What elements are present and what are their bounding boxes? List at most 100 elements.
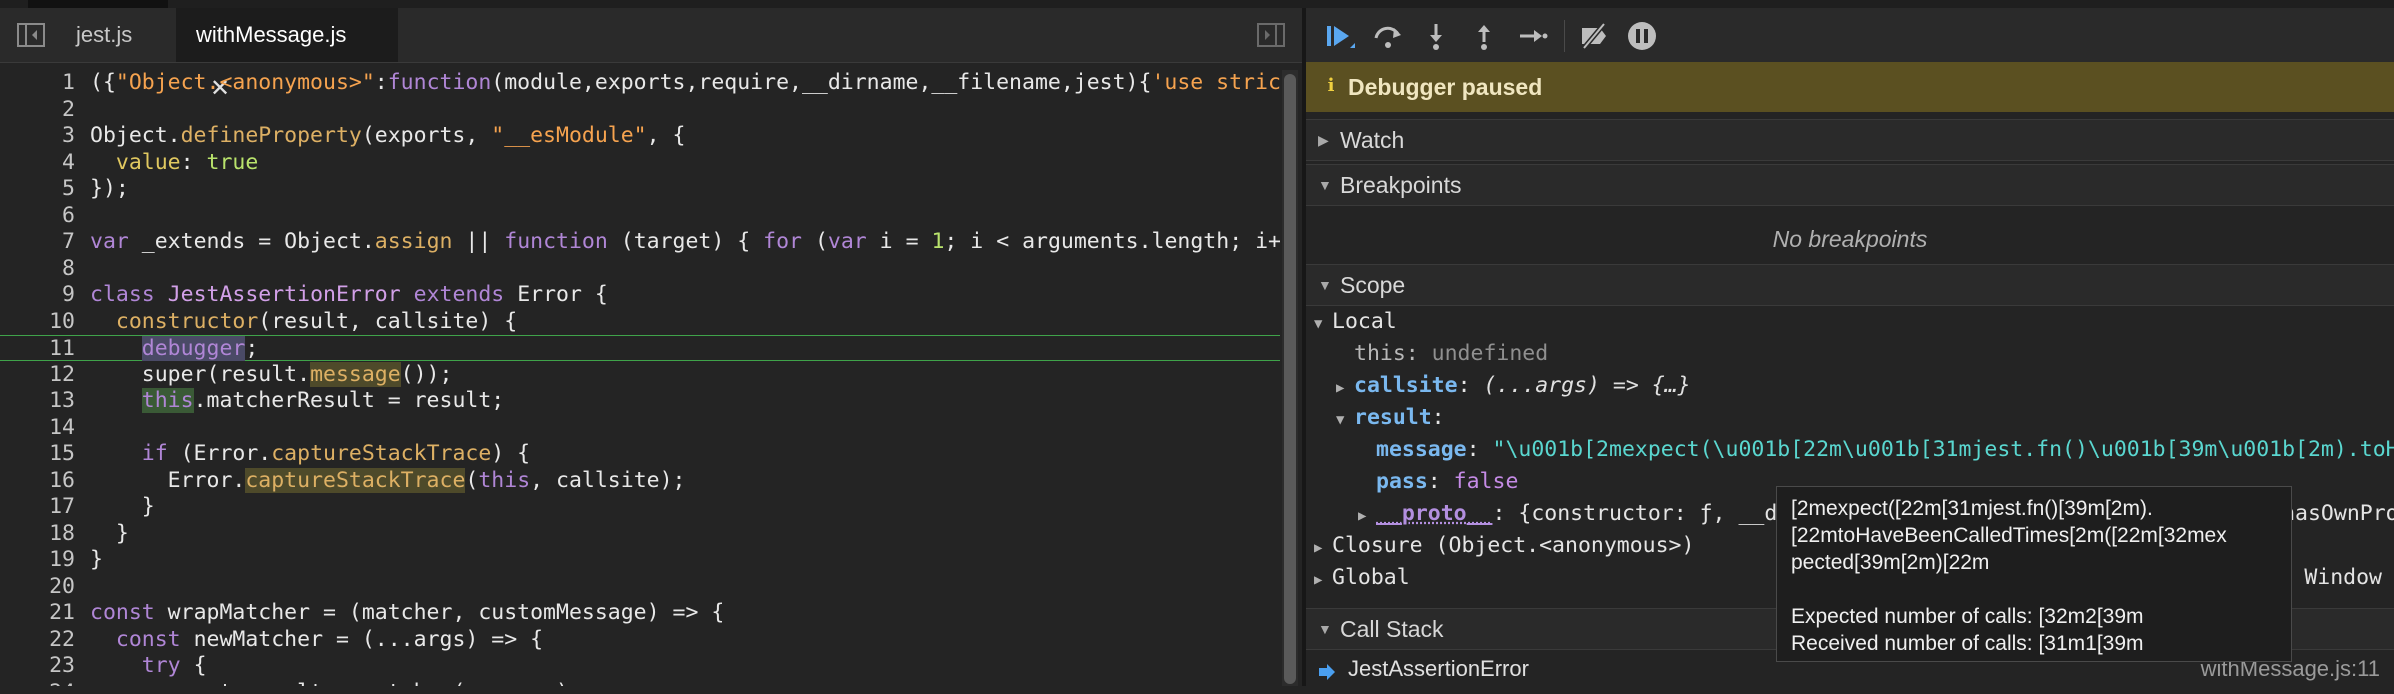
- code-line[interactable]: 22 const newMatcher = (...args) => {: [0, 627, 1280, 653]
- line-content: var _extends = Object.assign || function…: [90, 229, 1280, 255]
- tooltip-line: Received number of calls: [31m1[39m: [1791, 630, 2277, 657]
- line-content: if (Error.captureStackTrace) {: [90, 441, 1280, 467]
- tab-jest-js[interactable]: jest.js: [56, 8, 152, 62]
- line-number[interactable]: 20: [0, 574, 75, 600]
- top-strip-highlight: [28, 0, 168, 8]
- tab-withmessage-js[interactable]: withMessage.js✕: [176, 8, 398, 62]
- code-line[interactable]: 19}: [0, 547, 1280, 573]
- code-line[interactable]: 12 super(result.message());: [0, 362, 1280, 388]
- toggle-sidebar-icon[interactable]: [16, 20, 46, 50]
- code-line[interactable]: 24 const result = matcher(...args);: [0, 680, 1280, 687]
- prop-key: pass: [1376, 469, 1428, 494]
- code-line[interactable]: 13 this.matcherResult = result;: [0, 388, 1280, 414]
- breakpoints-section-header[interactable]: ▼ Breakpoints: [1306, 164, 2394, 206]
- value-preview-tooltip: [2mexpect([22m[31mjest.fn()[39m[2m). [22…: [1776, 486, 2292, 662]
- watch-section-header[interactable]: ▶ Watch: [1306, 119, 2394, 161]
- scope-this[interactable]: this: undefined: [1354, 338, 2394, 370]
- line-number[interactable]: 22: [0, 627, 75, 653]
- line-number[interactable]: 24: [0, 680, 75, 687]
- scope-section-header[interactable]: ▼ Scope: [1306, 264, 2394, 306]
- section-label: Call Stack: [1340, 609, 1444, 649]
- code-line[interactable]: 14: [0, 415, 1280, 441]
- code-line[interactable]: 7 var _extends = Object.assign || functio…: [0, 229, 1280, 255]
- collapsed-arrow-icon: ▶: [1336, 372, 1354, 402]
- tooltip-line: [2mexpect([22m[31mjest.fn()[39m[2m).: [1791, 495, 2277, 522]
- code-line[interactable]: 2: [0, 97, 1280, 123]
- deactivate-breakpoints-icon[interactable]: [1576, 18, 1612, 54]
- scope-closure-label: Closure (Object.<anonymous>): [1332, 533, 1694, 558]
- line-number[interactable]: 21: [0, 600, 75, 626]
- collapsed-arrow-icon: ▶: [1318, 120, 1329, 160]
- line-number[interactable]: 17: [0, 494, 75, 520]
- code-line[interactable]: 21const wrapMatcher = (matcher, customMe…: [0, 600, 1280, 626]
- code-line[interactable]: 6: [0, 203, 1280, 229]
- code-view[interactable]: 1({"Object.<anonymous>":function(module,…: [0, 70, 1280, 686]
- line-number[interactable]: 10: [0, 309, 75, 335]
- prop-value: "\u001b[2mexpect(\u001b[22m\u001b[31mjes…: [1493, 437, 2394, 462]
- line-number[interactable]: 18: [0, 521, 75, 547]
- line-content: this.matcherResult = result;: [90, 388, 1280, 414]
- step-in-icon[interactable]: [1418, 18, 1454, 54]
- line-number[interactable]: 19: [0, 547, 75, 573]
- line-content: class JestAssertionError extends Error {: [90, 282, 1280, 308]
- code-line[interactable]: 23 try {: [0, 653, 1280, 679]
- tab-label: withMessage.js: [196, 22, 346, 47]
- prop-value: false: [1454, 469, 1519, 494]
- scope-local[interactable]: ▼Local: [1314, 306, 2394, 338]
- tab-label: jest.js: [76, 22, 132, 47]
- code-line[interactable]: 1({"Object.<anonymous>":function(module,…: [0, 70, 1280, 96]
- line-number[interactable]: 16: [0, 468, 75, 494]
- line-number[interactable]: 14: [0, 415, 75, 441]
- line-number[interactable]: 12: [0, 362, 75, 388]
- line-number[interactable]: 1: [0, 70, 75, 96]
- line-number[interactable]: 7: [0, 229, 75, 255]
- code-line[interactable]: 3Object.defineProperty(exports, "__esMod…: [0, 123, 1280, 149]
- line-number[interactable]: 15: [0, 441, 75, 467]
- code-line[interactable]: 5});: [0, 176, 1280, 202]
- tooltip-line: Expected number of calls: [32m2[39m: [1791, 603, 2277, 630]
- frame-name: JestAssertionError: [1348, 652, 1529, 686]
- expanded-arrow-icon: ▼: [1314, 308, 1332, 338]
- scrollbar-thumb[interactable]: [1284, 74, 1296, 684]
- line-content: debugger;: [90, 336, 1280, 362]
- code-line[interactable]: 8: [0, 256, 1280, 282]
- line-number[interactable]: 9: [0, 282, 75, 308]
- scope-callsite[interactable]: ▶callsite: (...args) => {…}: [1336, 370, 2394, 402]
- line-number[interactable]: 8: [0, 256, 75, 282]
- tooltip-line: pected[39m[2m)[22m: [1791, 549, 2277, 576]
- code-line[interactable]: 10 constructor(result, callsite) {: [0, 309, 1280, 335]
- step-out-icon[interactable]: [1466, 18, 1502, 54]
- line-number[interactable]: 2: [0, 97, 75, 123]
- window-top-strip: [0, 0, 2394, 8]
- code-line[interactable]: 17 }: [0, 494, 1280, 520]
- line-content: }: [90, 547, 1280, 573]
- step-icon[interactable]: [1514, 18, 1550, 54]
- code-line[interactable]: 15 if (Error.captureStackTrace) {: [0, 441, 1280, 467]
- code-line[interactable]: 4 value: true: [0, 150, 1280, 176]
- line-number[interactable]: 3: [0, 123, 75, 149]
- code-line[interactable]: 18 }: [0, 521, 1280, 547]
- scope-result-message[interactable]: message: "\u001b[2mexpect(\u001b[22m\u00…: [1376, 434, 2394, 466]
- line-number[interactable]: 4: [0, 150, 75, 176]
- no-breakpoints-text: No breakpoints: [1306, 214, 2394, 264]
- code-line[interactable]: 16 Error.captureStackTrace(this, callsit…: [0, 468, 1280, 494]
- editor-scrollbar[interactable]: [1282, 70, 1298, 686]
- line-number[interactable]: 5: [0, 176, 75, 202]
- scope-global-label: Global: [1332, 565, 1410, 590]
- section-label: Scope: [1340, 265, 1405, 305]
- line-number[interactable]: 11: [0, 336, 75, 362]
- info-icon: i: [1320, 75, 1342, 97]
- resume-icon[interactable]: [1322, 18, 1358, 54]
- pause-on-exceptions-icon[interactable]: [1624, 18, 1660, 54]
- debugger-toolbar: [1306, 8, 2394, 63]
- scope-result[interactable]: ▼result:: [1336, 402, 2394, 434]
- code-line[interactable]: 11 debugger;: [0, 335, 1280, 361]
- toggle-debugger-panel-icon[interactable]: [1256, 20, 1286, 50]
- line-number[interactable]: 13: [0, 388, 75, 414]
- code-line[interactable]: 9 class JestAssertionError extends Error …: [0, 282, 1280, 308]
- prop-key: callsite: [1354, 373, 1458, 398]
- line-number[interactable]: 23: [0, 653, 75, 679]
- step-over-icon[interactable]: [1370, 18, 1406, 54]
- line-number[interactable]: 6: [0, 203, 75, 229]
- code-line[interactable]: 20: [0, 574, 1280, 600]
